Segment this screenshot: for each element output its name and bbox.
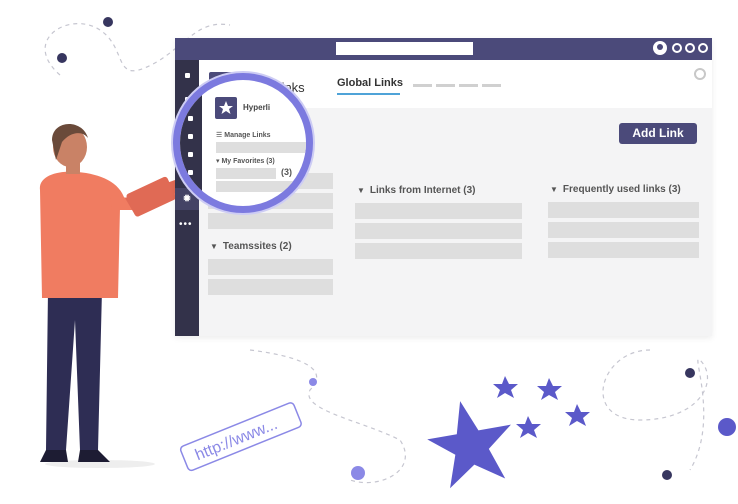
rail-item	[188, 134, 193, 139]
add-link-button[interactable]: Add Link	[619, 123, 697, 144]
link-row[interactable]	[355, 243, 522, 259]
my-favorites-text: My Favorites (3)	[221, 158, 275, 165]
dot-small-1	[309, 378, 317, 386]
tab-placeholder[interactable]	[459, 84, 478, 87]
chevron-down-icon: ▼	[550, 185, 558, 194]
section-header-teamssites[interactable]: ▼ Teamssites (2)	[210, 241, 292, 252]
magnifier-lens: Hyperli ☰ Manage Links ▾ My Favorites (3…	[173, 73, 313, 213]
lens-row	[216, 168, 276, 179]
link-row[interactable]	[355, 223, 522, 239]
dot-left	[57, 53, 67, 63]
more-dot-icon[interactable]	[685, 43, 695, 53]
star-icon-1	[493, 376, 518, 398]
magnifier-content: Hyperli ☰ Manage Links ▾ My Favorites (3…	[180, 80, 306, 206]
section-header-frequent[interactable]: ▼ Frequently used links (3)	[550, 184, 681, 195]
dot-top	[103, 17, 113, 27]
chevron-down-icon: ▼	[357, 186, 365, 195]
settings-icon[interactable]	[694, 68, 706, 80]
rail-item	[188, 170, 193, 175]
link-row[interactable]	[355, 203, 522, 219]
tab-placeholder[interactable]	[413, 84, 432, 87]
star-icon-2	[537, 378, 562, 400]
link-row[interactable]	[548, 202, 699, 218]
lens-row	[216, 142, 306, 153]
title-bar	[175, 38, 712, 60]
dot-small-3	[685, 368, 695, 378]
rail-item	[188, 97, 193, 102]
chevron-down-icon: ▼	[210, 242, 218, 251]
lens-row	[216, 181, 306, 192]
person-illustration	[39, 123, 182, 468]
search-input[interactable]	[336, 42, 473, 55]
dot-small-4	[662, 470, 672, 480]
partial-count: (3)	[281, 167, 292, 177]
tab-placeholder[interactable]	[482, 84, 501, 87]
more-icon[interactable]: •••	[179, 219, 193, 230]
link-row[interactable]	[208, 259, 333, 275]
user-icon[interactable]	[653, 41, 667, 55]
manage-links-label: ☰ Manage Links	[216, 132, 271, 139]
more-dot-icon[interactable]	[672, 43, 682, 53]
more-dot-icon[interactable]	[698, 43, 708, 53]
tab-active-indicator	[337, 93, 400, 95]
star-icon-4	[565, 404, 590, 426]
lens-rail	[180, 80, 202, 206]
section-title: Frequently used links (3)	[562, 184, 681, 195]
tab-placeholder[interactable]	[436, 84, 455, 87]
section-title: Teamssites (2)	[222, 241, 292, 252]
section-title: Links from Internet (3)	[369, 185, 476, 196]
dot-big-right	[718, 418, 736, 436]
star-icon	[215, 97, 237, 119]
dot-small-2	[351, 466, 365, 480]
star-icon-3	[516, 416, 541, 438]
link-row[interactable]	[548, 242, 699, 258]
star-icon-large	[427, 401, 511, 489]
url-tag: http://www...	[179, 402, 302, 472]
tab-global-links[interactable]: Global Links	[337, 77, 403, 89]
my-favorites-label: ▾ My Favorites (3)	[216, 158, 275, 165]
lens-app-title: Hyperli	[243, 103, 271, 112]
rail-item	[188, 116, 193, 121]
manage-links-text: Manage Links	[224, 132, 271, 139]
link-row[interactable]	[208, 213, 333, 229]
dashed-swirl-right	[602, 349, 709, 471]
section-header-internet[interactable]: ▼ Links from Internet (3)	[357, 185, 476, 196]
link-row[interactable]	[208, 279, 333, 295]
link-row[interactable]	[548, 222, 699, 238]
rail-item	[188, 152, 193, 157]
rail-item[interactable]	[185, 73, 190, 78]
